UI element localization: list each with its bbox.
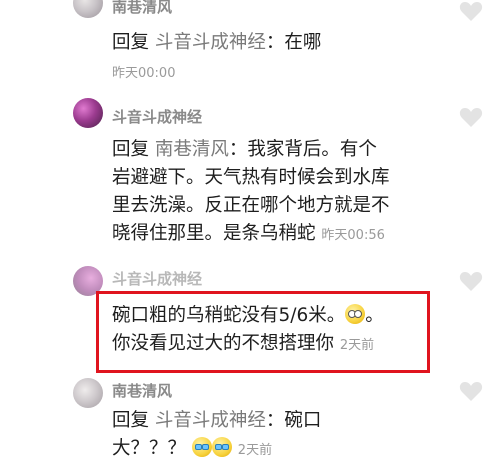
comment-text: 岩避避下。天气热有时候会到水库 xyxy=(112,167,390,188)
comment-text: ：在哪 xyxy=(265,32,322,53)
comment-timestamp: 昨天00:00 xyxy=(112,66,176,81)
comment-text: ：碗口 xyxy=(265,410,322,431)
comment-username[interactable]: 南巷清风 xyxy=(112,380,172,401)
comment-username[interactable]: 斗音斗成神经 xyxy=(112,106,202,127)
comment-body: 回复 斗音斗成神经：在哪 xyxy=(112,29,321,57)
heart-icon[interactable] xyxy=(459,106,483,128)
heart-icon[interactable] xyxy=(459,270,483,292)
heart-icon[interactable] xyxy=(459,0,483,22)
avatar[interactable] xyxy=(73,98,103,128)
comment-body: 回复 南巷清风：我家背后。有个 岩避避下。天气热有时候会到水库 里去洗澡。反正在… xyxy=(112,136,390,250)
laughing-tears-emoji xyxy=(191,437,212,457)
laughing-tears-emoji xyxy=(211,437,232,457)
reply-label: 回复 xyxy=(112,32,150,53)
heart-icon[interactable] xyxy=(459,380,483,402)
comment-text: ：我家背后。有个 xyxy=(228,139,377,160)
comment-username[interactable]: 南巷清风 xyxy=(112,0,172,17)
mention-link[interactable]: 斗音斗成神经 xyxy=(155,32,266,53)
comment-body: 回复 斗音斗成神经：碗口 大？？？ 2天前 xyxy=(112,407,321,465)
comment-text: 晓得住那里。是条乌稍蛇 xyxy=(112,223,316,244)
avatar[interactable] xyxy=(73,0,103,18)
avatar[interactable] xyxy=(73,378,103,408)
comment-text: 里去洗澡。反正在哪个地方就是不 xyxy=(112,195,390,216)
comment-timestamp: 昨天00:56 xyxy=(321,228,385,243)
mention-link[interactable]: 斗音斗成神经 xyxy=(155,410,266,431)
comment-username[interactable]: 斗音斗成神经 xyxy=(112,268,202,289)
reply-label: 回复 xyxy=(112,139,150,160)
highlight-box xyxy=(96,291,430,373)
mention-link[interactable]: 南巷清风 xyxy=(155,139,229,160)
reply-label: 回复 xyxy=(112,410,150,431)
